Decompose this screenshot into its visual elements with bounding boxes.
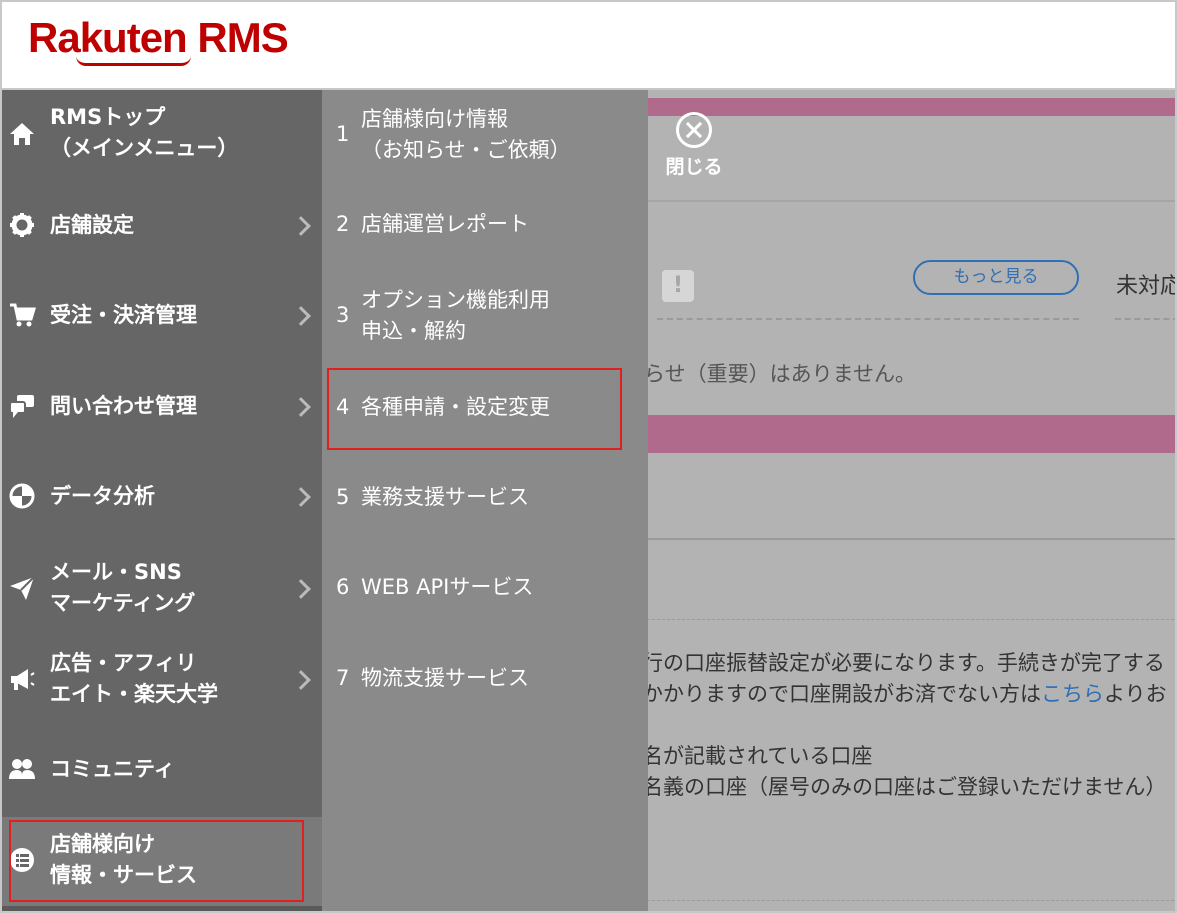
menu-item-inquiries[interactable]: 問い合わせ管理 — [2, 391, 322, 422]
chevron-right-icon — [291, 487, 311, 507]
chevron-right-icon — [291, 216, 311, 236]
close-icon — [676, 112, 712, 148]
close-button[interactable]: 閉じる — [658, 112, 730, 179]
screen-frame: Rakuten RMS 閉じる ! もっと見る 未対応 らせ（重要）はありません… — [0, 0, 1177, 913]
main-menu-footer — [2, 906, 322, 911]
dashed-divider — [647, 619, 1175, 620]
section-band-middle — [642, 415, 1175, 453]
people-icon — [7, 755, 37, 785]
chevron-right-icon — [291, 306, 311, 326]
info-text-line: 行の口座振替設定が必要になります。手続きが完了する — [642, 651, 1165, 675]
gear-icon — [7, 211, 37, 241]
close-label: 閉じる — [665, 156, 723, 178]
submenu-item-store-info[interactable]: 1 店舗様向け情報 （お知らせ・ご依頼） — [322, 104, 648, 166]
unresolved-label: 未対応 — [1116, 274, 1177, 299]
menu-item-rms-top[interactable]: RMSトップ （メインメニュー） — [2, 102, 322, 164]
chevron-right-icon — [291, 670, 311, 690]
chat-icon — [7, 392, 37, 422]
here-link[interactable]: こちら — [1041, 682, 1104, 706]
dashed-divider — [1115, 318, 1175, 320]
menu-item-store-settings[interactable]: 店舗設定 — [2, 210, 322, 241]
submenu-item-business-support[interactable]: 5 業務支援サービス — [322, 482, 648, 513]
divider — [642, 538, 1175, 540]
submenu-item-option-features[interactable]: 3 オプション機能利用 申込・解約 — [322, 285, 648, 347]
chevron-right-icon — [291, 579, 311, 599]
notice-empty-text: らせ（重要）はありません。 — [644, 362, 916, 386]
info-text-line: 名が記載されている口座 — [642, 744, 873, 768]
chevron-right-icon — [291, 397, 311, 417]
divider — [642, 200, 1175, 202]
highlight-box-applications — [327, 368, 622, 450]
info-text-line: かかりますので口座開設がお済でない方はこちらよりお — [642, 682, 1167, 706]
dashed-divider — [657, 318, 1079, 320]
megaphone-icon — [7, 665, 37, 695]
paper-plane-icon — [7, 574, 37, 604]
menu-item-orders[interactable]: 受注・決済管理 — [2, 300, 322, 331]
menu-item-community[interactable]: コミュニティ — [2, 754, 322, 785]
cart-icon — [7, 301, 37, 331]
logo-swoosh — [76, 56, 191, 66]
menu-item-data-analysis[interactable]: データ分析 — [2, 481, 322, 512]
menu-item-mail-sns[interactable]: メール・SNS マーケティング — [2, 557, 322, 619]
highlight-box-store-info-services — [9, 820, 304, 902]
submenu-item-web-api[interactable]: 6 WEB APIサービス — [322, 572, 648, 603]
pie-chart-icon — [7, 482, 37, 512]
menu-item-ads-affiliate[interactable]: 広告・アフィリ エイト・楽天大学 — [2, 648, 322, 710]
submenu-item-operation-report[interactable]: 2 店舗運営レポート — [322, 209, 648, 240]
info-text-line: 名義の口座（屋号のみの口座はご登録いただけません） — [642, 775, 1167, 799]
more-button[interactable]: もっと見る — [913, 260, 1079, 295]
home-icon — [7, 120, 37, 150]
alert-icon: ! — [662, 270, 694, 302]
header: Rakuten RMS — [2, 2, 1175, 90]
submenu-item-logistics-support[interactable]: 7 物流支援サービス — [322, 663, 648, 694]
dashed-divider — [647, 900, 1175, 901]
rakuten-rms-logo[interactable]: Rakuten RMS — [28, 14, 289, 62]
